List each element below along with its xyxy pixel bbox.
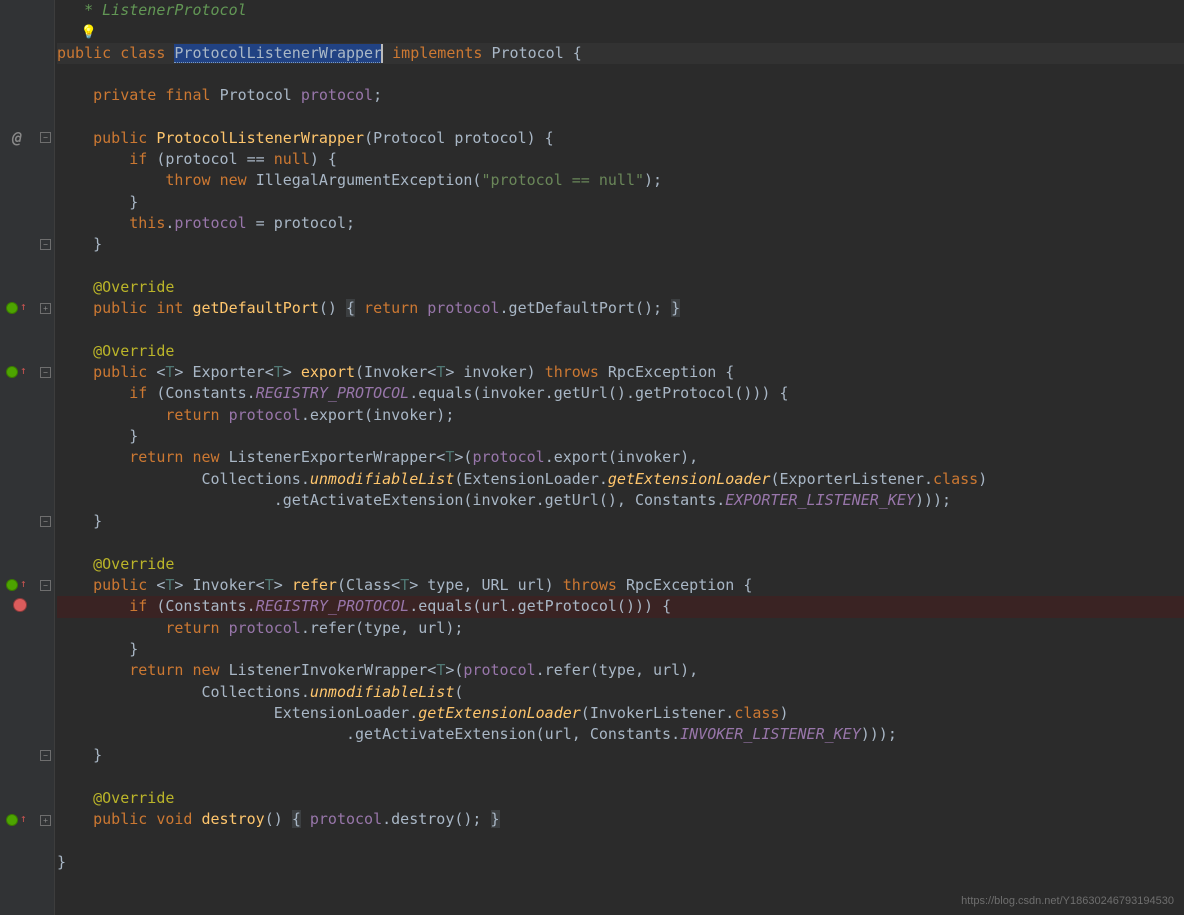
class-name: ProtocolListenerWrapper [174, 44, 382, 63]
code-line[interactable] [57, 106, 1184, 127]
override-icon[interactable] [6, 302, 18, 314]
code-line[interactable]: } [57, 745, 1184, 766]
watermark: https://blog.csdn.net/Y18630246793194530 [961, 895, 1174, 907]
navigate-up-icon[interactable]: ↑ [20, 364, 27, 377]
code-line[interactable]: return new ListenerInvokerWrapper<T>(pro… [57, 660, 1184, 681]
navigate-up-icon[interactable]: ↑ [20, 300, 27, 313]
code-line[interactable]: if (protocol == null) { [57, 149, 1184, 170]
code-line[interactable]: .getActivateExtension(invoker.getUrl(), … [57, 490, 1184, 511]
comment: * ListenerProtocol [57, 1, 247, 19]
code-line[interactable]: * ListenerProtocol [57, 0, 1184, 21]
code-line[interactable]: @Override [57, 277, 1184, 298]
code-line[interactable]: } [57, 511, 1184, 532]
code-line[interactable] [57, 256, 1184, 277]
navigate-up-icon[interactable]: ↑ [20, 577, 27, 590]
code-line[interactable]: public int getDefaultPort() { return pro… [57, 298, 1184, 319]
override-icon[interactable] [6, 814, 18, 826]
fold-toggle[interactable] [40, 132, 51, 143]
editor: @ ↑ ↑ ↑ ↑ * ListenerProtocol 💡 public cl… [0, 0, 1184, 915]
code-line[interactable]: } [57, 192, 1184, 213]
override-icon[interactable] [6, 366, 18, 378]
code-line[interactable]: @Override [57, 554, 1184, 575]
fold-toggle[interactable] [40, 239, 51, 250]
code-line[interactable]: return protocol.refer(type, url); [57, 618, 1184, 639]
fold-toggle[interactable] [40, 516, 51, 527]
intention-bulb-icon[interactable]: 💡 [57, 25, 97, 40]
code-line[interactable] [57, 319, 1184, 340]
code-line[interactable]: public <T> Invoker<T> refer(Class<T> typ… [57, 575, 1184, 596]
code-line[interactable]: @Override [57, 788, 1184, 809]
code-line[interactable]: private final Protocol protocol; [57, 85, 1184, 106]
code-line[interactable]: public <T> Exporter<T> export(Invoker<T>… [57, 362, 1184, 383]
code-area[interactable]: * ListenerProtocol 💡 public class Protoc… [55, 0, 1184, 915]
breakpoint-icon[interactable] [13, 598, 27, 612]
code-line[interactable]: if (Constants.REGISTRY_PROTOCOL.equals(u… [57, 596, 1184, 617]
code-line[interactable]: public ProtocolListenerWrapper(Protocol … [57, 128, 1184, 149]
fold-toggle[interactable] [40, 303, 51, 314]
code-line[interactable] [57, 532, 1184, 553]
code-line[interactable]: if (Constants.REGISTRY_PROTOCOL.equals(i… [57, 383, 1184, 404]
code-line[interactable]: } [57, 426, 1184, 447]
gutter: @ ↑ ↑ ↑ ↑ [0, 0, 55, 915]
code-line[interactable]: this.protocol = protocol; [57, 213, 1184, 234]
code-line[interactable]: throw new IllegalArgumentException("prot… [57, 170, 1184, 191]
override-icon[interactable] [6, 579, 18, 591]
code-line[interactable] [57, 64, 1184, 85]
code-line[interactable] [57, 831, 1184, 852]
code-line[interactable]: @Override [57, 341, 1184, 362]
code-line[interactable]: 💡 [57, 21, 1184, 42]
code-line[interactable]: .getActivateExtension(url, Constants.INV… [57, 724, 1184, 745]
code-line[interactable]: } [57, 234, 1184, 255]
code-line[interactable]: Collections.unmodifiableList(ExtensionLo… [57, 469, 1184, 490]
class-marker-icon[interactable]: @ [12, 128, 22, 147]
fold-toggle[interactable] [40, 580, 51, 591]
code-line[interactable]: } [57, 852, 1184, 873]
code-line[interactable]: public void destroy() { protocol.destroy… [57, 809, 1184, 830]
fold-toggle[interactable] [40, 367, 51, 378]
fold-toggle[interactable] [40, 750, 51, 761]
code-line[interactable]: return new ListenerExporterWrapper<T>(pr… [57, 447, 1184, 468]
code-line[interactable]: public class ProtocolListenerWrapper imp… [57, 43, 1184, 64]
code-line[interactable]: } [57, 639, 1184, 660]
code-line[interactable]: ExtensionLoader.getExtensionLoader(Invok… [57, 703, 1184, 724]
navigate-up-icon[interactable]: ↑ [20, 812, 27, 825]
code-line[interactable]: return protocol.export(invoker); [57, 405, 1184, 426]
fold-toggle[interactable] [40, 815, 51, 826]
code-line[interactable]: Collections.unmodifiableList( [57, 682, 1184, 703]
code-line[interactable] [57, 767, 1184, 788]
